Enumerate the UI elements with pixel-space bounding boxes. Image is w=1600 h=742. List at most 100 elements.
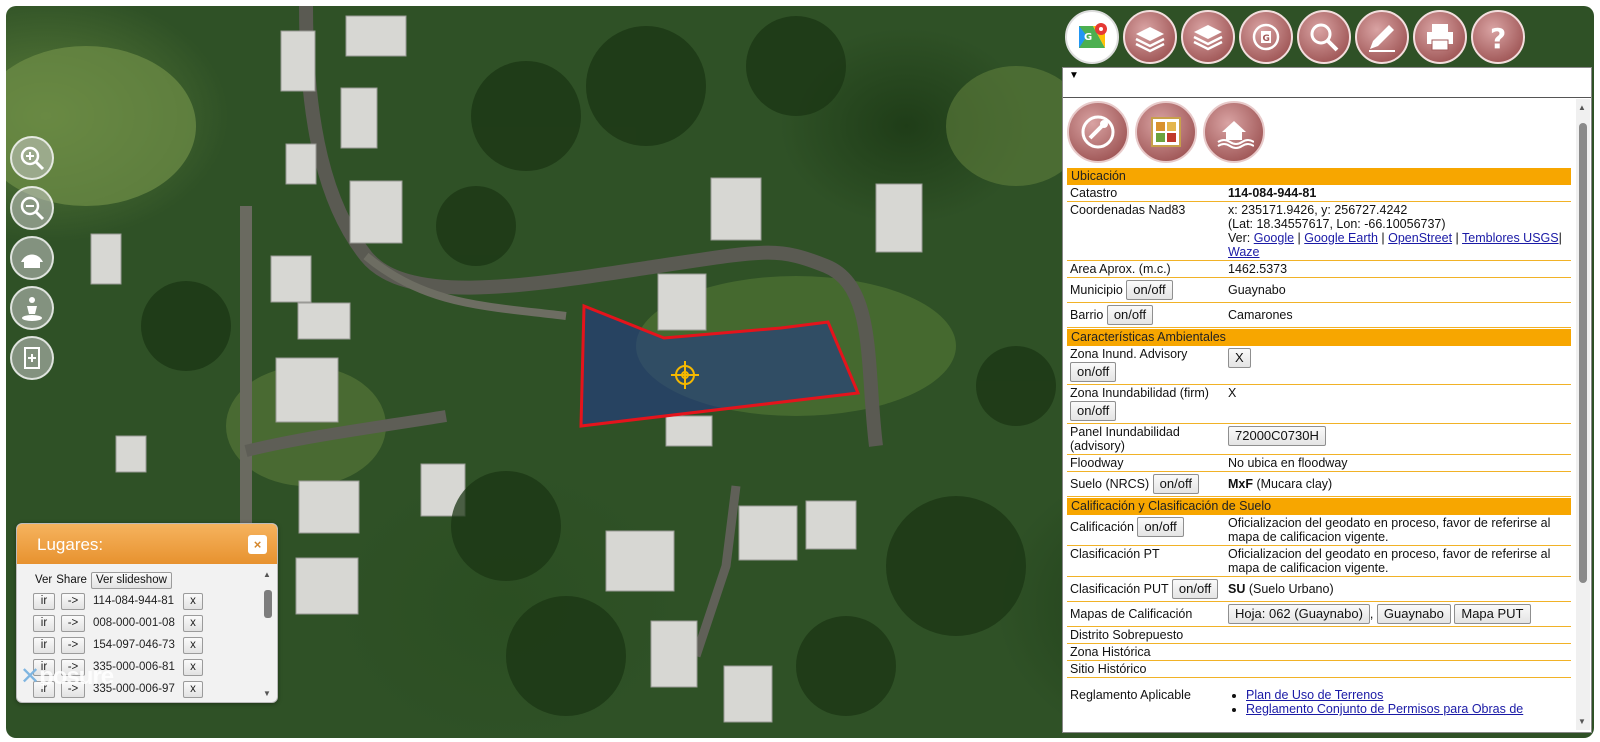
layers-icon: [1135, 27, 1165, 53]
remove-button[interactable]: x: [183, 592, 203, 610]
clas-put-label: Clasificación PUT: [1070, 582, 1169, 596]
zona-firm-onoff-button[interactable]: on/off: [1070, 401, 1117, 421]
clas-pt-value: Oficializacion del geodato en proceso, f…: [1225, 545, 1571, 577]
suelo-onoff-button[interactable]: on/off: [1152, 474, 1199, 494]
municipio-onoff-button[interactable]: on/off: [1126, 280, 1173, 300]
full-extent-button[interactable]: [10, 236, 54, 280]
area-label: Area Aprox. (m.c.): [1067, 260, 1225, 278]
print-icon: [1427, 24, 1453, 51]
lugar-catastro: 114-084-944-81: [93, 595, 174, 607]
add-location-button[interactable]: [10, 336, 54, 380]
help-icon: ?: [1490, 22, 1506, 54]
mapas-label: Mapas de Calificación: [1067, 601, 1225, 627]
zona-adv-onoff-button[interactable]: on/off: [1070, 362, 1117, 382]
link-temblores-usgs[interactable]: Temblores USGS: [1462, 231, 1559, 245]
watermark-text: posure: [39, 663, 114, 690]
clas-put-onoff-button[interactable]: on/off: [1171, 579, 1219, 599]
share-button[interactable]: ->: [61, 592, 85, 610]
crim-app-button[interactable]: [1135, 101, 1197, 163]
section-ambientales: Características Ambientales: [1067, 329, 1571, 346]
list-item: ir -> 114-084-944-81 x: [31, 590, 259, 612]
zoom-out-button[interactable]: [10, 186, 54, 230]
add-location-icon: [24, 347, 40, 369]
print-button[interactable]: [1413, 10, 1467, 64]
gis-button[interactable]: G: [1239, 10, 1293, 64]
zoom-in-icon: [20, 146, 45, 171]
draw-button[interactable]: [1355, 10, 1409, 64]
list-item: ir -> 008-000-001-08 x: [31, 612, 259, 634]
lugar-catastro: 154-097-046-73: [93, 639, 175, 651]
suelo-code: MxF: [1228, 477, 1253, 491]
sitio-hist-label: Sitio Histórico: [1067, 660, 1225, 678]
street-view-button[interactable]: [10, 286, 54, 330]
google-maps-icon: G: [1079, 23, 1107, 48]
scroll-thumb[interactable]: [1579, 123, 1587, 583]
remove-button[interactable]: x: [183, 636, 203, 654]
remove-button[interactable]: x: [183, 614, 203, 632]
guaynabo-map-button[interactable]: Guaynabo: [1376, 604, 1451, 624]
gis-icon: G: [1252, 23, 1280, 51]
remove-button[interactable]: x: [183, 658, 203, 676]
calificacion-table: Calificación on/off Oficializacion del g…: [1067, 515, 1571, 717]
slideshow-button[interactable]: Ver slideshow: [90, 571, 172, 589]
ver-label: Ver:: [1228, 231, 1251, 245]
link-openstreet[interactable]: OpenStreet: [1388, 231, 1452, 245]
ir-button[interactable]: ir: [33, 636, 55, 654]
search-icon: [1310, 23, 1339, 52]
catastro-value: 114-084-944-81: [1228, 186, 1317, 200]
link-google-earth[interactable]: Google Earth: [1304, 231, 1378, 245]
reglamento-item: Plan de Uso de Terrenos: [1246, 688, 1568, 702]
clas-pt-label: Clasificación PT: [1067, 545, 1225, 577]
coord-latlon: (Lat: 18.34557617, Lon: -66.10056737): [1228, 217, 1446, 231]
calif-value: Oficializacion del geodato en proceso, f…: [1225, 515, 1571, 546]
coord-label: Coordenadas Nad83: [1067, 201, 1225, 261]
calif-label: Calificación: [1070, 520, 1134, 534]
ir-button[interactable]: ir: [33, 614, 55, 632]
scroll-up-icon[interactable]: ▲: [1578, 103, 1586, 112]
lugares-header[interactable]: Lugares: ×: [17, 524, 277, 564]
flood-app-button[interactable]: [1203, 101, 1265, 163]
mapa-put-button[interactable]: Mapa PUT: [1454, 604, 1531, 624]
google-maps-button[interactable]: G: [1065, 10, 1119, 64]
hoja-button[interactable]: Hoja: 062 (Guaynabo): [1228, 604, 1370, 624]
remove-button[interactable]: x: [183, 680, 203, 698]
ubicacion-table: Catastro 114-084-944-81 Coordenadas Nad8…: [1067, 185, 1571, 328]
link-app-button[interactable]: [1067, 101, 1129, 163]
area-value: 1462.5373: [1225, 260, 1571, 278]
layers-button[interactable]: [1123, 10, 1177, 64]
link-google[interactable]: Google: [1254, 231, 1294, 245]
crim-logo-icon: [1151, 117, 1181, 147]
zoom-in-button[interactable]: [10, 136, 54, 180]
main-toolbar: G G ?: [1065, 10, 1525, 66]
panel-inund-button[interactable]: 72000C0730H: [1228, 426, 1326, 446]
svg-text:G: G: [1263, 34, 1270, 44]
base-layers-button[interactable]: [1181, 10, 1235, 64]
help-button[interactable]: ?: [1471, 10, 1525, 64]
panel-scrollbar[interactable]: ▲ ▼: [1576, 99, 1590, 730]
lugares-close-button[interactable]: ×: [248, 535, 267, 554]
reglamento-item: Reglamento Conjunto de Permisos para Obr…: [1246, 702, 1568, 716]
lugares-scroll-thumb[interactable]: [264, 590, 272, 618]
catastro-label: Catastro: [1067, 185, 1225, 202]
ir-button[interactable]: ir: [33, 592, 55, 610]
lugares-scrollbar[interactable]: ▲ ▼: [261, 568, 275, 700]
search-button[interactable]: [1297, 10, 1351, 64]
lugares-scroll-down-icon[interactable]: ▼: [263, 689, 271, 698]
watermark-x-icon: ✕: [20, 663, 40, 690]
collapse-caret-icon[interactable]: ▼: [1069, 70, 1079, 81]
lugares-scroll-up-icon[interactable]: ▲: [263, 570, 271, 579]
barrio-onoff-button[interactable]: on/off: [1106, 305, 1154, 325]
link-plan-uso-terrenos[interactable]: Plan de Uso de Terrenos: [1246, 688, 1383, 702]
suelo-label: Suelo (NRCS): [1070, 477, 1150, 491]
link-waze[interactable]: Waze: [1228, 245, 1260, 259]
zona-firm-value: X: [1225, 384, 1571, 424]
zona-adv-value-button[interactable]: X: [1228, 348, 1251, 368]
clas-put-code: SU: [1228, 582, 1246, 596]
panel-header[interactable]: ▼: [1063, 68, 1591, 98]
share-button[interactable]: ->: [61, 636, 85, 654]
section-calificacion: Calificación y Clasificación de Suelo: [1067, 498, 1571, 515]
calif-onoff-button[interactable]: on/off: [1137, 517, 1184, 537]
share-button[interactable]: ->: [61, 614, 85, 632]
scroll-down-icon[interactable]: ▼: [1578, 717, 1586, 726]
link-reglamento-conjunto[interactable]: Reglamento Conjunto de Permisos para Obr…: [1246, 702, 1523, 716]
